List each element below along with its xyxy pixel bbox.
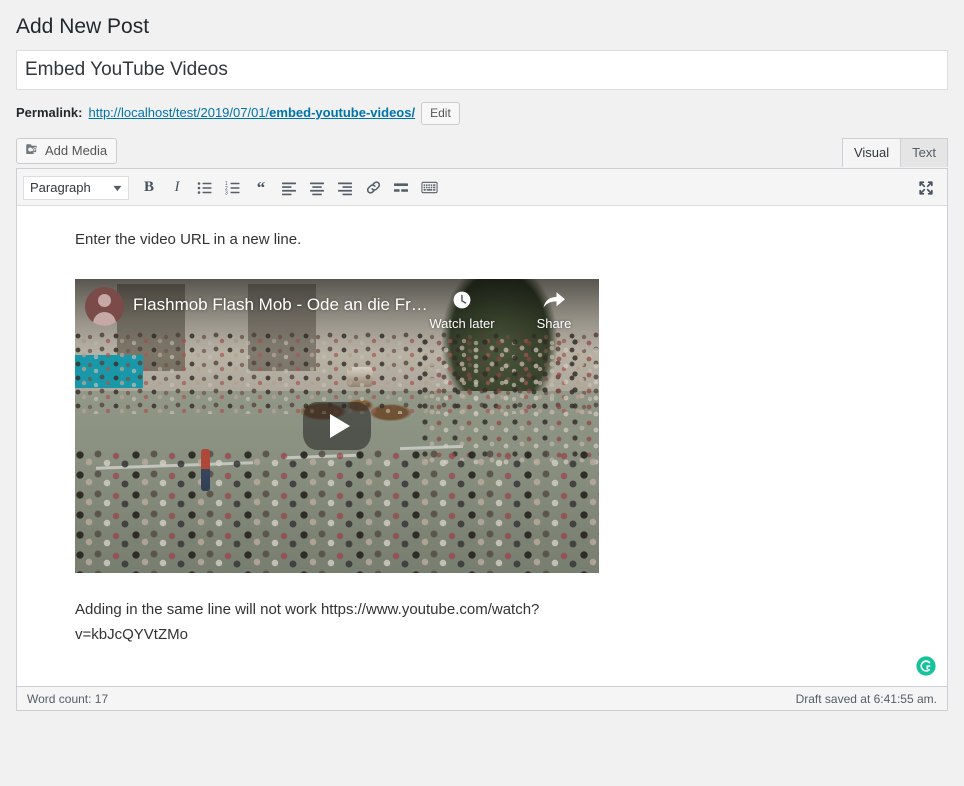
watch-later-label: Watch later <box>429 316 494 332</box>
title-field-wrapper <box>0 50 964 90</box>
edit-permalink-button[interactable]: Edit <box>421 102 460 125</box>
channel-avatar-icon[interactable] <box>85 287 124 326</box>
add-media-label: Add Media <box>45 139 107 163</box>
media-camera-music-icon <box>24 142 39 160</box>
editor-status-bar: Word count: 17 Draft saved at 6:41:55 am… <box>16 687 948 711</box>
align-left-icon[interactable] <box>276 175 302 201</box>
draft-saved-status: Draft saved at 6:41:55 am. <box>796 692 937 706</box>
bulleted-list-icon[interactable] <box>192 175 218 201</box>
play-button-icon[interactable] <box>303 402 371 450</box>
blockquote-icon[interactable]: “ <box>248 175 274 201</box>
paragraph-format-select[interactable]: Paragraph ▼ <box>23 176 129 200</box>
insert-link-icon[interactable] <box>360 175 386 201</box>
align-right-icon[interactable] <box>332 175 358 201</box>
read-more-icon[interactable] <box>388 175 414 201</box>
permalink-row: Permalink: http://localhost/test/2019/07… <box>0 90 964 125</box>
add-media-button[interactable]: Add Media <box>16 138 117 164</box>
permalink-label: Permalink: <box>16 101 82 125</box>
post-title-input[interactable] <box>16 50 948 90</box>
page-title: Add New Post <box>0 0 964 50</box>
content-paragraph-2: Adding in the same line will not work ht… <box>17 573 657 648</box>
permalink-url[interactable]: http://localhost/test/2019/07/01/embed-y… <box>88 101 415 125</box>
toolbar-toggle-keyboard-icon[interactable] <box>416 175 442 201</box>
chevron-down-icon: ▼ <box>111 183 124 193</box>
permalink-url-slug: embed-youtube-videos/ <box>269 105 415 120</box>
share-label: Share <box>537 316 572 332</box>
youtube-video-embed[interactable]: Flashmob Flash Mob - Ode an die Fr… Watc… <box>75 279 599 573</box>
fullscreen-expand-icon[interactable] <box>913 175 939 201</box>
editor-content-area[interactable]: Enter the video URL in a new line. <box>17 206 947 686</box>
align-center-icon[interactable] <box>304 175 330 201</box>
editor-mode-tabs: Visual Text <box>843 138 948 167</box>
bold-icon[interactable]: B <box>136 175 162 201</box>
permalink-url-base: http://localhost/test/2019/07/01/ <box>88 105 269 120</box>
media-buttons-row: Add Media Visual Text <box>0 125 964 168</box>
svg-text:3: 3 <box>225 190 228 195</box>
word-count: Word count: 17 <box>27 692 108 706</box>
editor-toolbar: Paragraph ▼ B I 1 2 3 <box>17 169 947 206</box>
numbered-list-icon[interactable]: 1 2 3 <box>220 175 246 201</box>
editor-container: Paragraph ▼ B I 1 2 3 <box>16 168 948 687</box>
wordpress-post-editor: Add New Post Permalink: http://localhost… <box>0 0 964 786</box>
watch-later-button[interactable]: Watch later <box>425 287 499 332</box>
paragraph-format-value: Paragraph <box>30 180 91 195</box>
video-title[interactable]: Flashmob Flash Mob - Ode an die Fr… <box>133 290 428 320</box>
grammarly-g-icon[interactable] <box>916 656 936 676</box>
tab-visual[interactable]: Visual <box>842 138 901 167</box>
clock-icon <box>451 287 473 313</box>
share-button[interactable]: Share <box>517 287 591 332</box>
video-actions: Watch later Share <box>425 287 591 332</box>
share-arrow-icon <box>542 287 566 313</box>
tab-text[interactable]: Text <box>900 138 948 167</box>
content-paragraph-1: Enter the video URL in a new line. <box>17 222 657 253</box>
italic-icon[interactable]: I <box>164 175 190 201</box>
